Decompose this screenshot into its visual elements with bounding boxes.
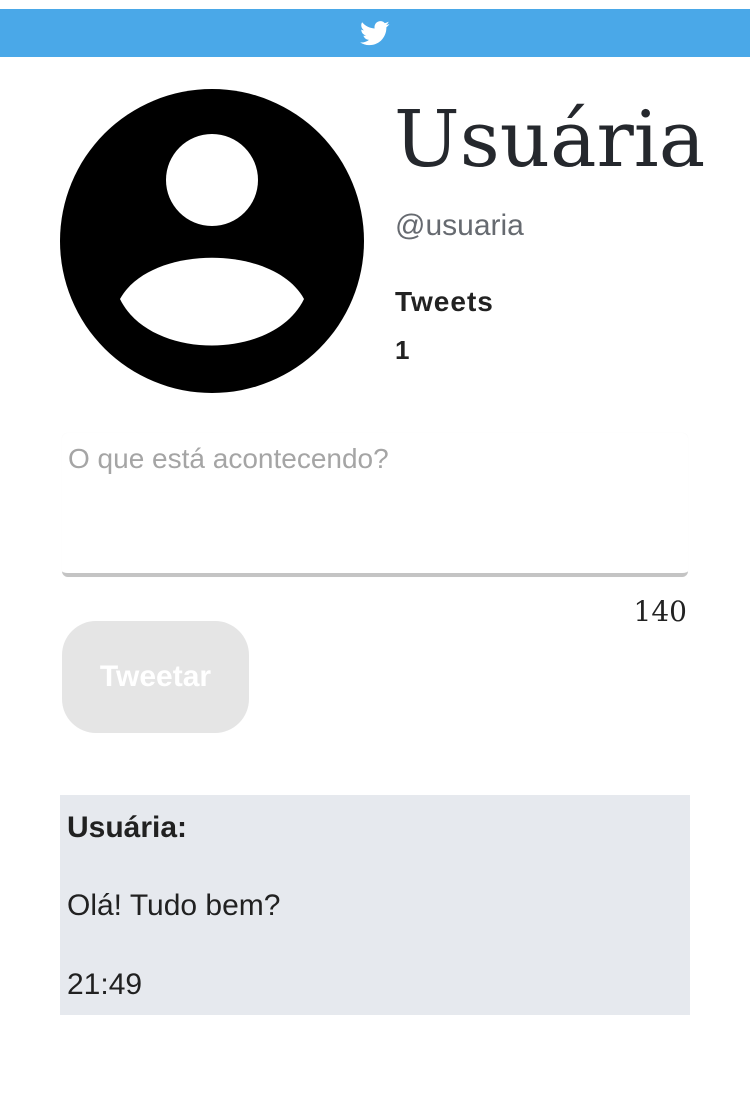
- user-avatar-icon: [60, 89, 364, 393]
- tweet-button[interactable]: Tweetar: [62, 621, 249, 733]
- tweet-card: Usuária: Olá! Tudo bem? 21:49: [60, 795, 690, 1015]
- tweet-author: Usuária:: [67, 811, 188, 844]
- tweets-count-value: 1: [395, 335, 410, 365]
- tweet-composer: [62, 433, 688, 577]
- profile-handle: @usuaria: [395, 209, 524, 242]
- profile-avatar: [60, 89, 364, 393]
- twitter-bird-icon: [360, 20, 390, 46]
- tweets-count-label: Tweets: [395, 286, 494, 317]
- tweet-timestamp: 21:49: [67, 968, 143, 1001]
- tweet-input[interactable]: [62, 433, 688, 573]
- profile-name: Usuária: [394, 95, 706, 185]
- tweet-text: Olá! Tudo bem?: [67, 889, 281, 922]
- character-counter: 140: [633, 595, 687, 628]
- top-bar: [0, 9, 750, 57]
